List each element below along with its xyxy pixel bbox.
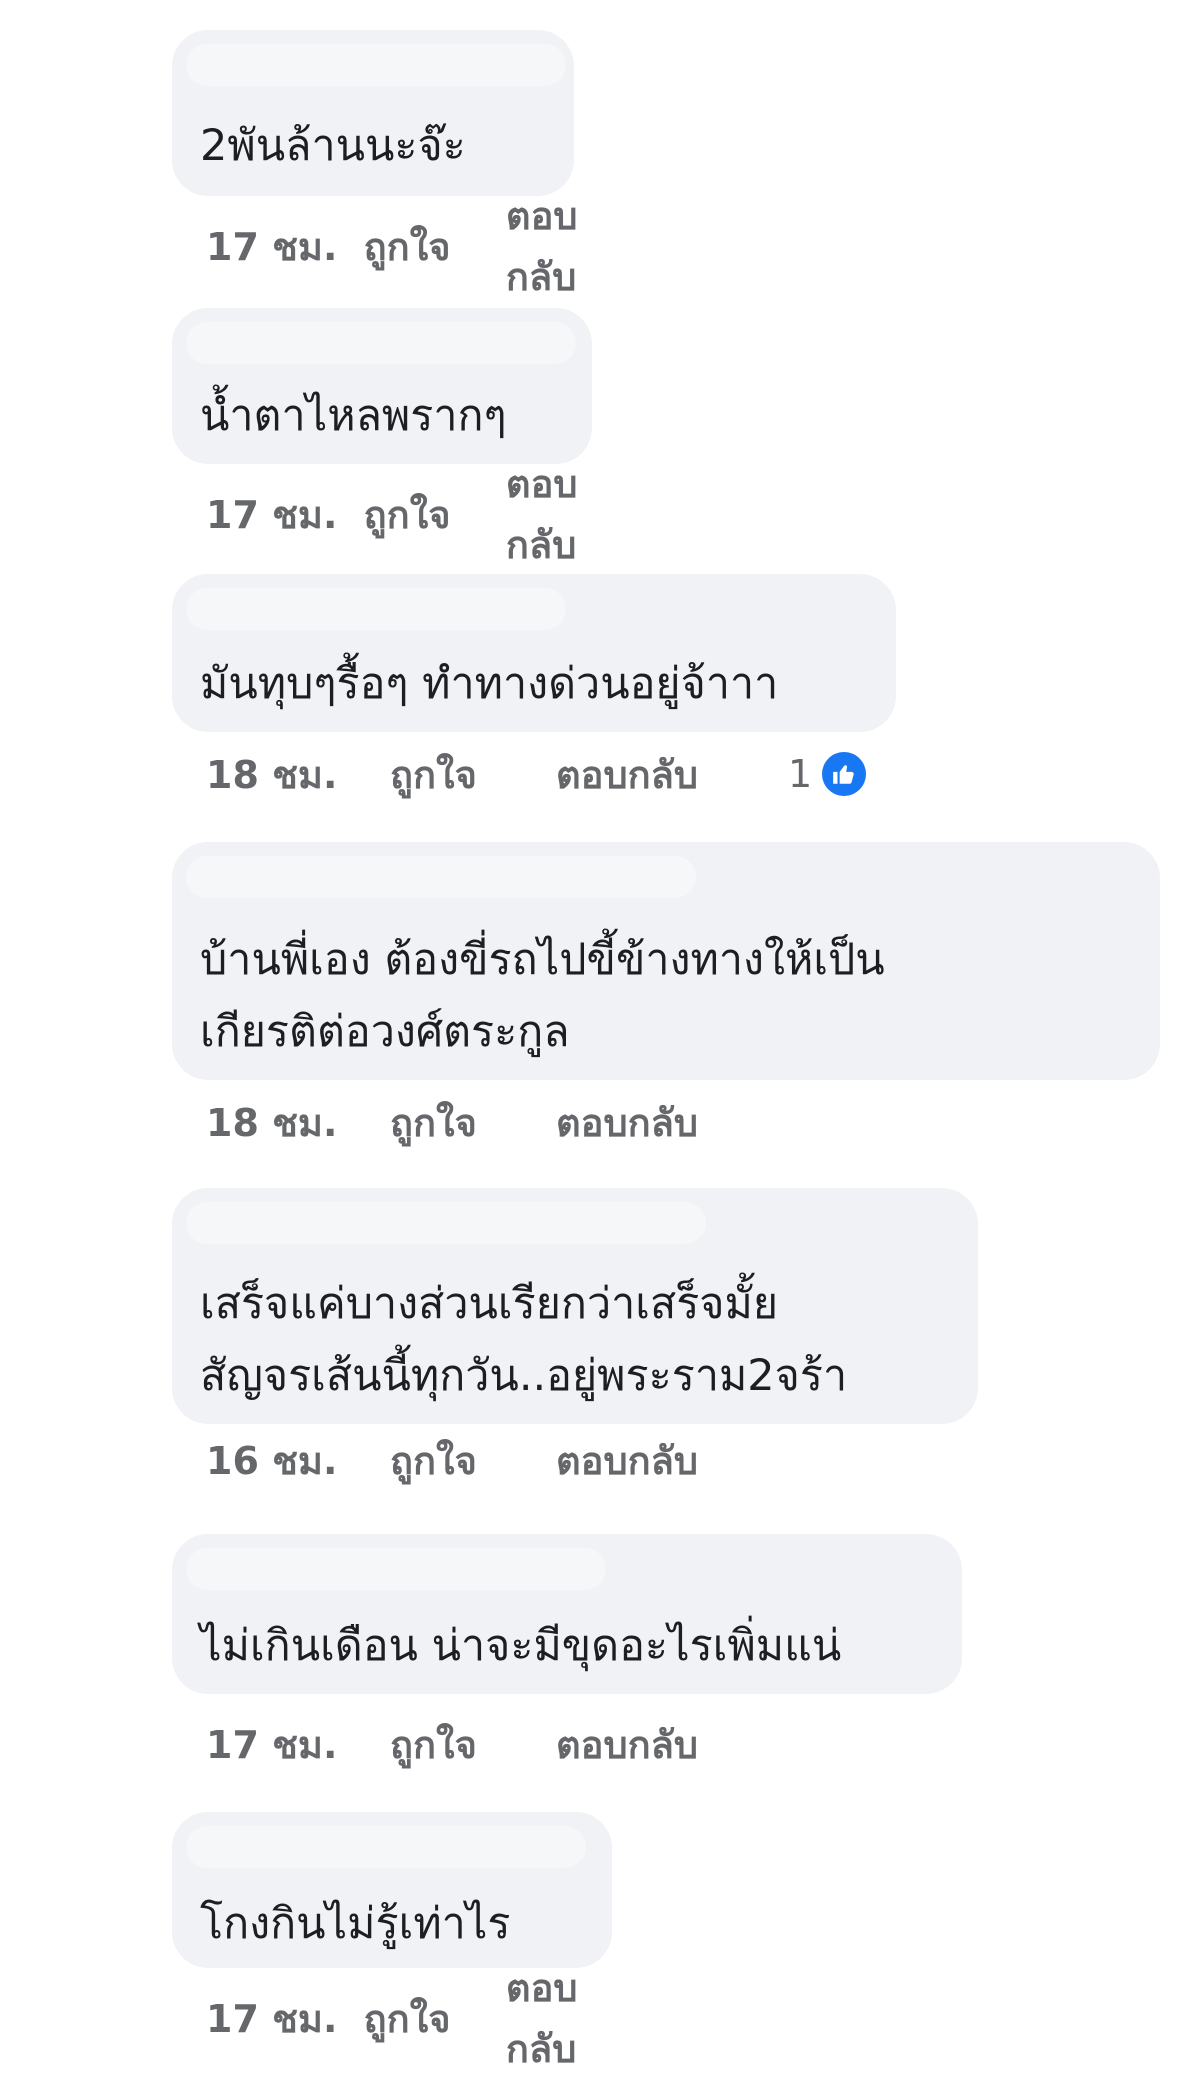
comment-timestamp[interactable]: 17 ชม. [206, 484, 364, 545]
comment-text: เสร็จแค่บางส่วนเรียกว่าเสร็จมั้ย สัญจรเส… [200, 1279, 848, 1401]
comment-item: เสร็จแค่บางส่วนเรียกว่าเสร็จมั้ย สัญจรเส… [172, 1188, 978, 1483]
comment-bubble: ไม่เกินเดือน น่าจะมีขุดอะไรเพิ่มแน่ [172, 1534, 962, 1694]
comment-text: โกงกินไม่รู้เท่าไร [200, 1899, 511, 1949]
redacted-author [186, 856, 696, 898]
comment-timestamp[interactable]: 16 ชม. [206, 1430, 390, 1491]
comment-timestamp[interactable]: 17 ชม. [206, 1714, 390, 1775]
like-button[interactable]: ถูกใจ [364, 1988, 506, 2049]
redacted-author [186, 44, 566, 86]
comment-actions: 18 ชม. ถูกใจ ตอบกลับ 1 [206, 744, 867, 805]
comment-bubble: น้ำตาไหลพรากๆ [172, 308, 592, 464]
comment-actions: 17 ชม. ถูกใจ ตอบกลับ [206, 194, 628, 299]
reply-button[interactable]: ตอบกลับ [506, 1957, 628, 2079]
comment-timestamp[interactable]: 18 ชม. [206, 744, 390, 805]
reaction-count: 1 [788, 752, 813, 796]
comment-text: 2พันล้านนะจ๊ะ [200, 121, 466, 171]
comment-bubble: บ้านพี่เอง ต้องขี่รถไปขี้ข้างทางให้เป็น … [172, 842, 1160, 1080]
comment-text: มันทุบๆรื้อๆ ทำทางด่วนอยู่จ้าาา [200, 659, 779, 709]
comment-bubble: 2พันล้านนะจ๊ะ [172, 30, 574, 196]
comment-item: 2พันล้านนะจ๊ะ 17 ชม. ถูกใจ ตอบกลับ [172, 30, 578, 299]
like-button[interactable]: ถูกใจ [390, 1430, 556, 1491]
reply-button[interactable]: ตอบกลับ [556, 1714, 698, 1775]
comment-text: ไม่เกินเดือน น่าจะมีขุดอะไรเพิ่มแน่ [200, 1621, 842, 1671]
like-button[interactable]: ถูกใจ [390, 744, 556, 805]
comment-text: น้ำตาไหลพรากๆ [200, 391, 507, 441]
redacted-author [186, 1202, 706, 1244]
comment-bubble: โกงกินไม่รู้เท่าไร [172, 1812, 612, 1968]
comment-actions: 17 ชม. ถูกใจ ตอบกลับ [206, 1714, 698, 1774]
redacted-author [186, 588, 566, 630]
like-button[interactable]: ถูกใจ [364, 216, 506, 277]
comment-bubble: เสร็จแค่บางส่วนเรียกว่าเสร็จมั้ย สัญจรเส… [172, 1188, 978, 1424]
comment-item: น้ำตาไหลพรากๆ 17 ชม. ถูกใจ ตอบกลับ [172, 308, 592, 567]
comment-bubble: มันทุบๆรื้อๆ ทำทางด่วนอยู่จ้าาา [172, 574, 896, 732]
comment-item: โกงกินไม่รู้เท่าไร 17 ชม. ถูกใจ ตอบกลับ [172, 1812, 612, 2071]
comment-actions: 17 ชม. ถูกใจ ตอบกลับ [206, 1966, 628, 2071]
comment-actions: 17 ชม. ถูกใจ ตอบกลับ [206, 462, 628, 567]
redacted-author [186, 1548, 606, 1590]
comment-actions: 16 ชม. ถูกใจ ตอบกลับ [206, 1430, 698, 1490]
comment-timestamp[interactable]: 17 ชม. [206, 216, 364, 277]
like-button[interactable]: ถูกใจ [390, 1714, 556, 1775]
reply-button[interactable]: ตอบกลับ [506, 185, 628, 307]
redacted-author [186, 1826, 586, 1868]
thumbs-up-icon [822, 752, 867, 796]
reply-button[interactable]: ตอบกลับ [556, 1430, 698, 1491]
reply-button[interactable]: ตอบกลับ [556, 744, 698, 805]
comment-actions: 18 ชม. ถูกใจ ตอบกลับ [206, 1092, 698, 1152]
reply-button[interactable]: ตอบกลับ [556, 1092, 698, 1153]
reply-button[interactable]: ตอบกลับ [506, 453, 628, 575]
reaction-summary[interactable]: 1 [788, 752, 867, 796]
comment-timestamp[interactable]: 18 ชม. [206, 1092, 390, 1153]
comment-timestamp[interactable]: 17 ชม. [206, 1988, 364, 2049]
redacted-author [186, 322, 576, 364]
comment-item: มันทุบๆรื้อๆ ทำทางด่วนอยู่จ้าาา 18 ชม. ถ… [172, 574, 896, 797]
like-button[interactable]: ถูกใจ [390, 1092, 556, 1153]
like-button[interactable]: ถูกใจ [364, 484, 506, 545]
comment-item: ไม่เกินเดือน น่าจะมีขุดอะไรเพิ่มแน่ 17 ช… [172, 1534, 962, 1767]
comment-item: บ้านพี่เอง ต้องขี่รถไปขี้ข้างทางให้เป็น … [172, 842, 1160, 1145]
comment-text: บ้านพี่เอง ต้องขี่รถไปขี้ข้างทางให้เป็น … [200, 935, 885, 1057]
